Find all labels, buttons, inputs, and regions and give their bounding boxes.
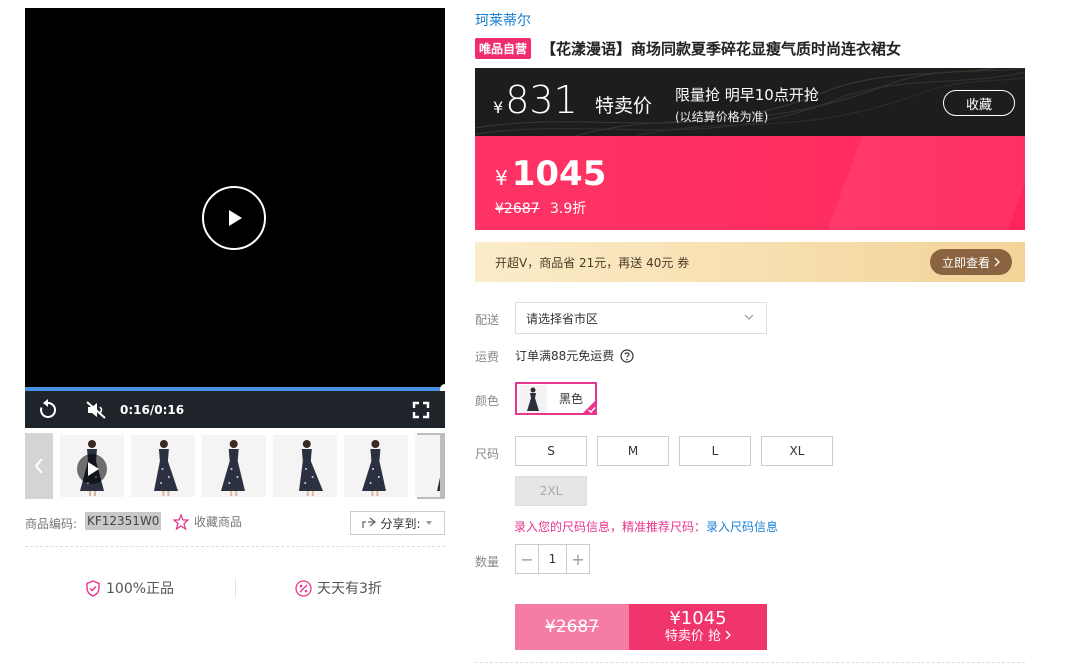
original-price: ¥2687 xyxy=(495,201,540,217)
fee-info: 订单满88元免运费 xyxy=(515,347,634,364)
share-icon xyxy=(362,517,377,528)
promo-limit-text: 限量抢 明早10点开抢 xyxy=(675,86,819,104)
replay-icon[interactable] xyxy=(37,399,59,421)
product-code-value: KF12351W0 xyxy=(85,512,162,530)
dress-photo xyxy=(415,435,440,497)
assurance-label: 天天有3折 xyxy=(317,581,382,597)
thumbnail-video[interactable] xyxy=(60,435,124,497)
divider xyxy=(475,662,1025,663)
promo-price: ¥ 831 xyxy=(493,78,578,122)
discount-rate: 3.9折 xyxy=(550,201,587,217)
size-option-s[interactable]: S xyxy=(515,436,587,466)
quantity-value[interactable]: 1 xyxy=(538,545,567,573)
promo-note: (以结算价格为准) xyxy=(675,110,769,124)
dress-photo xyxy=(131,435,195,497)
dress-photo xyxy=(273,435,337,497)
dress-photo xyxy=(344,435,408,497)
promo-price-value: 831 xyxy=(505,78,578,122)
caret-down-icon xyxy=(425,521,432,525)
price-box-decoration xyxy=(827,136,1025,230)
buy-label: 特卖价 抢 xyxy=(664,629,721,644)
buy-label-row: 特卖价 抢 xyxy=(664,629,732,645)
color-option-black[interactable]: 黑色 xyxy=(515,382,597,415)
assurance-row: 100%正品 天天有3折 xyxy=(25,574,445,604)
vip-self-operated-badge: 唯品自营 xyxy=(475,38,532,59)
assurance-discount: 天天有3折 xyxy=(295,578,382,598)
quantity-stepper: − 1 + xyxy=(515,544,590,574)
quantity-label: 数量 xyxy=(475,555,500,569)
vip-view-label: 立即查看 xyxy=(941,255,990,270)
buy-price: ¥1045 xyxy=(669,608,727,629)
thumbnail-image[interactable] xyxy=(344,435,408,497)
size-option-m[interactable]: M xyxy=(597,436,669,466)
size-tip-text: 录入您的尺码信息，精准推荐尺码： xyxy=(514,520,707,534)
favorite-button[interactable]: 收藏商品 xyxy=(173,513,242,530)
shield-check-icon xyxy=(86,579,100,597)
check-icon xyxy=(581,399,597,415)
vip-view-button[interactable]: 立即查看 xyxy=(930,249,1012,275)
brand-link[interactable]: 珂莱蒂尔 xyxy=(475,10,531,30)
dress-thumbnail xyxy=(519,384,547,413)
thumbnail-strip xyxy=(25,433,445,499)
video-player[interactable]: 0:16/0:16 xyxy=(25,8,450,428)
buy-original-price: ¥2687 xyxy=(515,604,629,650)
color-label: 颜色 xyxy=(475,394,500,408)
thumb-prev-button[interactable] xyxy=(25,433,53,499)
product-code-label: 商品编码: xyxy=(25,517,78,531)
sale-price-value: 1045 xyxy=(511,154,607,194)
collect-button[interactable]: 收藏 xyxy=(943,90,1015,116)
size-option-2xl: 2XL xyxy=(515,476,587,506)
promo-currency: ¥ xyxy=(493,98,504,117)
share-label: 分享到: xyxy=(380,516,421,531)
discount-icon xyxy=(295,579,312,597)
region-select[interactable]: 请选择省市区 xyxy=(515,302,767,334)
fee-text: 订单满88元免运费 xyxy=(515,349,615,363)
thumbnail-image[interactable] xyxy=(131,435,195,497)
fullscreen-icon[interactable] xyxy=(411,400,431,420)
size-tip: 录入您的尺码信息，精准推荐尺码：录入尺码信息 xyxy=(514,518,778,535)
favorite-label: 收藏商品 xyxy=(194,515,243,529)
help-icon[interactable] xyxy=(620,348,634,363)
divider xyxy=(235,578,236,598)
video-controls: 0:16/0:16 xyxy=(25,391,445,428)
buy-now-button[interactable]: ¥1045 特卖价 抢 xyxy=(629,604,767,650)
vip-offer-bar: 开超V，商品省 21元，再送 40元 券 立即查看 xyxy=(475,242,1025,282)
mute-icon[interactable] xyxy=(85,399,107,421)
thumbnail-image[interactable] xyxy=(202,435,266,497)
quantity-increase-button[interactable]: + xyxy=(567,545,589,573)
assurance-genuine: 100%正品 xyxy=(85,578,174,598)
color-option-label: 黑色 xyxy=(559,392,584,406)
dress-photo xyxy=(202,435,266,497)
thumbnail-image[interactable] xyxy=(273,435,337,497)
region-placeholder: 请选择省市区 xyxy=(526,311,599,326)
sale-price: ¥ 1045 xyxy=(495,154,606,194)
chevron-down-icon xyxy=(744,314,754,320)
product-meta-row: 商品编码: KF12351W0 收藏商品 分享到: xyxy=(25,510,445,536)
size-option-xl[interactable]: XL xyxy=(761,436,833,466)
share-button[interactable]: 分享到: xyxy=(350,511,445,535)
title-row: 唯品自营 【花漾漫语】商场同款夏季碎花显瘦气质时尚连衣裙女 xyxy=(475,38,901,59)
chevron-right-icon xyxy=(725,630,732,640)
assurance-label: 100%正品 xyxy=(106,581,175,597)
play-icon[interactable] xyxy=(202,186,266,250)
shipping-label: 配送 xyxy=(475,313,500,327)
thumbnail-image[interactable] xyxy=(415,435,440,497)
chevron-right-icon xyxy=(994,257,1000,267)
size-label: 尺码 xyxy=(475,447,500,461)
promo-label: 特卖价 xyxy=(595,95,653,117)
size-option-l[interactable]: L xyxy=(679,436,751,466)
original-price-row: ¥2687 3.9折 xyxy=(495,198,586,218)
video-time: 0:16/0:16 xyxy=(120,403,185,417)
dress-photo xyxy=(60,435,124,497)
vip-offer-text: 开超V，商品省 21元，再送 40元 券 xyxy=(495,256,690,270)
divider xyxy=(25,546,445,547)
product-title: 【花漾漫语】商场同款夏季碎花显瘦气质时尚连衣裙女 xyxy=(541,40,902,58)
quantity-decrease-button[interactable]: − xyxy=(516,545,538,573)
price-box: ¥ 1045 ¥2687 3.9折 xyxy=(475,136,1025,230)
size-tip-link[interactable]: 录入尺码信息 xyxy=(706,520,778,534)
sale-currency: ¥ xyxy=(495,166,508,190)
promo-banner: ¥ 831 特卖价 限量抢 明早10点开抢 (以结算价格为准) 收藏 xyxy=(475,68,1025,136)
fee-label: 运费 xyxy=(475,350,500,364)
star-icon xyxy=(173,513,189,530)
